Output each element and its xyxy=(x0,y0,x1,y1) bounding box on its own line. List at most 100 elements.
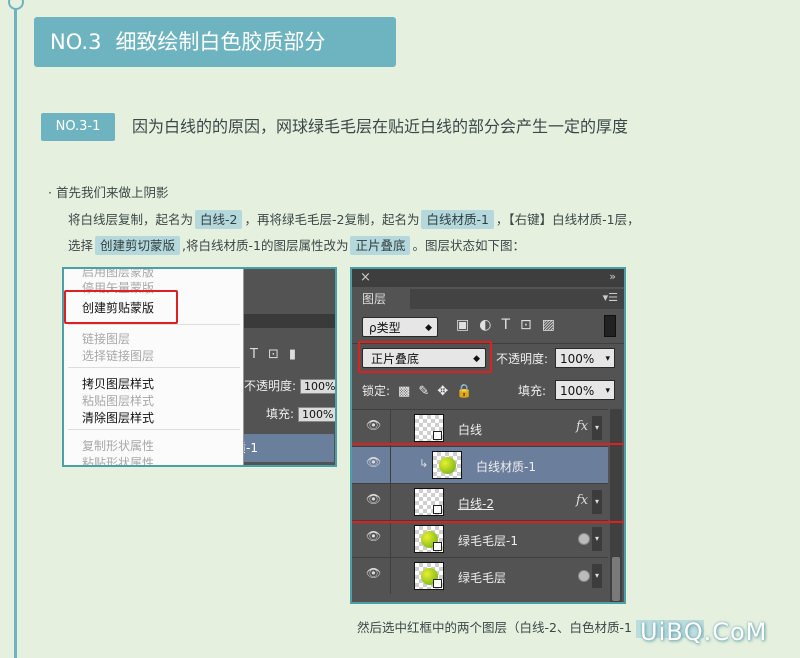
subsection-text: 因为白线的的原因，网球绿毛毛层在贴近白线的部分会产生一定的厚度 xyxy=(132,117,629,136)
highlight-term: 正片叠底 xyxy=(350,236,411,255)
lock-all-icon[interactable]: 🔒 xyxy=(456,384,472,399)
para-text: 选择 xyxy=(68,238,94,253)
context-menu: 启用图层蒙版 停用矢量蒙版 创建剪贴蒙版 链接图层 选择链接图层 拷贝图层样式 粘贴图层样式… xyxy=(64,269,244,465)
highlight-term: 创建剪切蒙版 xyxy=(95,236,181,255)
section-number: NO.3 xyxy=(50,30,102,54)
para-text: 将白线层复制，起名为 xyxy=(68,212,194,227)
scrollbar-thumb[interactable] xyxy=(612,557,620,601)
layer-name[interactable]: 绿毛毛层 xyxy=(458,569,506,586)
instruction-line-2: 选择 创建剪切蒙版 ,将白线材质-1的图层属性改为 正片叠底 。图层状态如下图： xyxy=(68,235,525,255)
smart-object-filter-icon[interactable]: ▨ xyxy=(542,317,565,333)
menu-separator xyxy=(68,367,240,368)
eye-icon[interactable]: 👁 xyxy=(366,530,381,542)
blend-mode-highlight-box xyxy=(358,341,492,373)
para-text: ，【右键】白线材质-1层， xyxy=(495,212,640,227)
fill-label: 填充: xyxy=(518,384,547,398)
section-title-text: 细致绘制白色胶质部分 xyxy=(115,30,326,54)
layer-name[interactable]: 绿毛毛层-1 xyxy=(458,532,518,549)
instruction-line-1: 将白线层复制，起名为 白线-2 ，再将绿毛毛层-2复制，起名为 白线材质-1 ，【右键】… xyxy=(68,209,640,229)
background-filter-icons: T⊡▮ xyxy=(250,347,306,362)
collapse-icon[interactable]: » xyxy=(609,270,616,283)
background-tab-bar xyxy=(244,314,335,328)
menu-item[interactable]: 清除图层样式 xyxy=(82,409,154,426)
eye-icon[interactable]: 👁 xyxy=(366,419,381,431)
smart-filter-icon[interactable] xyxy=(578,533,590,545)
kind-filter-select[interactable]: ρ类型 ◆ xyxy=(362,317,438,337)
shape-filter-icon[interactable]: ⊡ xyxy=(520,317,542,333)
opacity-value[interactable]: 100% xyxy=(300,379,335,394)
kind-filter-label: ρ类型 xyxy=(369,321,401,335)
lock-row: 锁定: ▩ ✎ ✥ 🔒 xyxy=(362,382,472,399)
context-menu-screenshot: T⊡▮ 不透明度:100% 填充:100% 度材质-1 启用图层蒙版停用矢量蒙版… xyxy=(62,267,337,467)
vector-mask-icon xyxy=(433,431,442,440)
adjustment-filter-icon[interactable]: ◐ xyxy=(479,317,501,333)
menu-item[interactable]: 选择链接图层 xyxy=(82,347,154,364)
para-text: 。图层状态如下图： xyxy=(412,238,525,253)
fill-value: 100% xyxy=(560,384,595,398)
menu-item[interactable]: 链接图层 xyxy=(82,330,130,347)
close-icon[interactable]: × xyxy=(360,270,371,285)
expand-effects-icon[interactable]: ▾ xyxy=(592,527,602,551)
para-text: ，再将绿毛毛层-2复制，起名为 xyxy=(244,212,420,227)
highlight-term: 白线材质-1 xyxy=(421,210,494,229)
panel-title-bar xyxy=(352,269,624,287)
divider xyxy=(390,410,391,446)
dropdown-arrow-icon: ▾ xyxy=(605,386,610,396)
timeline-line xyxy=(14,0,17,658)
tab-layers[interactable]: 图层 xyxy=(352,289,410,309)
menu-item[interactable]: 拷贝图层样式 xyxy=(82,375,154,392)
subsection-tag: NO.3-1 xyxy=(41,113,115,141)
step-bullet: · 首先我们来做上阴影 xyxy=(48,185,169,200)
site-watermark: UiBQ.CoM xyxy=(640,618,768,646)
expand-effects-icon[interactable]: ▾ xyxy=(592,564,602,588)
divider xyxy=(390,558,391,594)
expand-effects-icon[interactable]: ▾ xyxy=(592,416,602,440)
menu-highlight-box xyxy=(64,290,178,324)
opacity-value: 100% xyxy=(560,352,595,366)
layers-panel-screenshot: × » 图层 ▾☰ ρ类型 ◆ ▣◐T⊡▨ 正片叠底 ◆ 不透明度: 100% ▾ 锁… xyxy=(350,267,626,604)
panel-menu-icon[interactable]: ▾☰ xyxy=(603,291,618,304)
menu-item[interactable]: 复制形状属性 xyxy=(82,437,154,454)
section-title: NO.3 细致绘制白色胶质部分 xyxy=(34,17,396,67)
layer-thumbnail[interactable] xyxy=(414,525,444,553)
lock-transparent-icon[interactable]: ▩ xyxy=(398,384,410,399)
vector-mask-icon xyxy=(433,542,442,551)
para-text: ,将白线材质-1的图层属性改为 xyxy=(182,238,349,253)
type-filter-icon[interactable]: T xyxy=(501,317,520,333)
opacity-input[interactable]: 100% ▾ xyxy=(555,348,615,368)
menu-item[interactable]: 粘贴形状属性 xyxy=(82,454,154,465)
menu-item[interactable]: 粘贴图层样式 xyxy=(82,392,154,409)
fill-value[interactable]: 100% xyxy=(298,407,335,422)
layer-row[interactable]: 👁 绿毛毛层-1 ▾ xyxy=(352,520,608,557)
selected-layers-highlight-box xyxy=(352,443,624,523)
background-opacity: 不透明度: 100% xyxy=(244,377,335,394)
filter-toggle[interactable] xyxy=(604,315,616,337)
filter-icons: ▣◐T⊡▨ xyxy=(456,317,565,333)
timeline-dot xyxy=(8,0,24,10)
layer-row[interactable]: 👁 白线 fx ▾ xyxy=(352,409,608,446)
lock-move-icon[interactable]: ✥ xyxy=(437,384,448,399)
layer-effects-icon[interactable]: fx xyxy=(576,419,588,434)
lock-label: 锁定: xyxy=(362,384,391,398)
smart-filter-icon[interactable] xyxy=(578,570,590,582)
lock-paint-icon[interactable]: ✎ xyxy=(418,384,429,399)
caption-text: 然后选中红框中的两个图层（白线-2、白色材质-1 xyxy=(357,620,632,635)
eye-icon[interactable]: 👁 xyxy=(366,567,381,579)
menu-separator xyxy=(68,324,240,325)
layer-name[interactable]: 白线 xyxy=(458,421,482,438)
divider xyxy=(390,521,391,557)
dropdown-arrow-icon: ▾ xyxy=(605,354,610,364)
select-arrow-icon: ◆ xyxy=(425,323,432,333)
layer-thumbnail[interactable] xyxy=(414,562,444,590)
fill-label: 填充: xyxy=(266,407,295,421)
image-filter-icon[interactable]: ▣ xyxy=(456,317,479,333)
fill-input[interactable]: 100% ▾ xyxy=(555,380,615,400)
highlight-term: 白线-2 xyxy=(195,210,243,229)
opacity-label: 不透明度: xyxy=(496,352,549,366)
layer-row[interactable]: 👁 绿毛毛层 ▾ xyxy=(352,557,608,594)
tab-bar xyxy=(410,289,624,309)
layer-thumbnail[interactable] xyxy=(414,414,444,442)
menu-separator xyxy=(68,429,240,430)
opacity-label: 不透明度: xyxy=(244,379,297,393)
background-fill: 填充: 100% xyxy=(244,405,335,422)
